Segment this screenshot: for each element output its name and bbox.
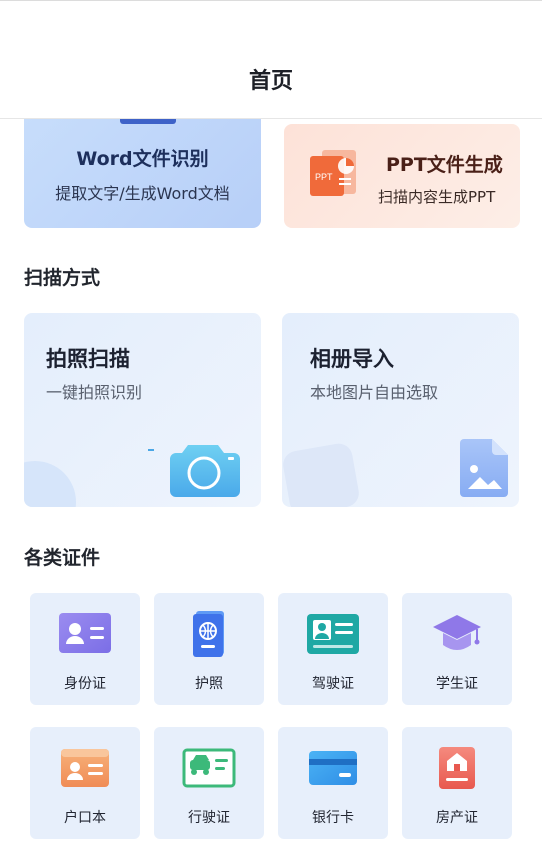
ppt-card-subtitle: 扫描内容生成PPT [378,188,496,206]
album-import-card[interactable]: 相册导入 本地图片自由选取 [282,313,519,507]
doc-item-label: 房产证 [436,810,478,826]
doc-item-household-register[interactable]: 户口本 [30,727,140,839]
ppt-icon: PPT [310,150,356,196]
photo-scan-title: 拍照扫描 [46,347,130,371]
doc-item-driver-license[interactable]: 驾驶证 [278,593,388,705]
photo-scan-subtitle: 一键拍照识别 [46,383,143,402]
household-register-icon [61,749,109,787]
ppt-icon-text: PPT [315,172,333,182]
driver-license-icon [307,614,359,654]
doc-section-title: 各类证件 [24,547,101,569]
album-import-subtitle: 本地图片自由选取 [310,383,439,402]
word-card-subtitle: 提取文字/生成Word文档 [55,184,230,203]
image-file-icon [460,439,508,497]
bank-card-icon [309,751,357,785]
doc-item-label: 驾驶证 [312,676,354,692]
doc-item-bank-card[interactable]: 银行卡 [278,727,388,839]
album-import-title: 相册导入 [310,347,394,371]
id-card-icon [59,613,111,653]
word-card-title: Word文件识别 [76,148,209,170]
main-scroll-area[interactable]: Word文件识别 提取文字/生成Word文档 PPT PPT文件生成 扫描内容生… [0,118,542,853]
decor-shape [282,441,362,507]
graduation-cap-icon [433,615,481,650]
doc-item-label: 行驶证 [188,810,230,826]
doc-item-property-certificate[interactable]: 房产证 [402,727,512,839]
doc-item-label: 银行卡 [312,810,354,826]
page-title: 首页 [248,69,293,94]
passport-icon [193,611,224,657]
decor-circle [24,461,76,507]
doc-item-passport[interactable]: 护照 [154,593,264,705]
doc-item-label: 学生证 [436,676,478,692]
doc-item-label: 户口本 [64,810,106,826]
property-certificate-icon [439,747,475,789]
ppt-card-title: PPT文件生成 [386,154,503,176]
decor-dash [148,449,154,451]
word-recognition-card[interactable]: Word文件识别 提取文字/生成Word文档 [24,118,261,228]
doc-item-id-card[interactable]: 身份证 [30,593,140,705]
app-header: 首页 [0,1,542,119]
doc-item-vehicle-license[interactable]: 行驶证 [154,727,264,839]
camera-icon [170,445,240,497]
photo-scan-card[interactable]: 拍照扫描 一键拍照识别 [24,313,261,507]
scan-section-title: 扫描方式 [24,267,101,289]
doc-item-label: 护照 [195,676,223,692]
doc-item-label: 身份证 [64,676,106,692]
vehicle-license-icon [182,748,236,788]
doc-item-student-card[interactable]: 学生证 [402,593,512,705]
ppt-generation-card[interactable]: PPT PPT文件生成 扫描内容生成PPT [284,124,520,228]
